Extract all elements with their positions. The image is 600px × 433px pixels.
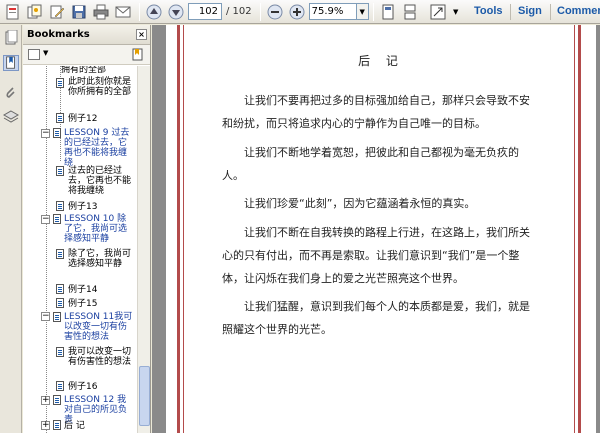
toolbar-separator	[139, 2, 140, 21]
expand-icon[interactable]	[428, 2, 448, 22]
bookmark-item[interactable]: 过去的已经过去，它再也不能将我缠绕	[68, 166, 134, 196]
paragraph: 让我们猛醒，意识到我们每个人的本质都是爱，我们，就是照耀这个世界的光芒。	[222, 300, 530, 336]
zoom-out-icon[interactable]	[265, 2, 285, 22]
bookmark-page-icon	[56, 249, 64, 259]
bookmark-page-icon	[56, 347, 64, 357]
page-border-line	[183, 25, 184, 433]
collapse-icon[interactable]: −	[41, 215, 50, 224]
bookmarks-scrollbar[interactable]	[137, 66, 150, 433]
navigation-pane	[0, 25, 22, 433]
bookmark-item[interactable]: 拥有的全部	[61, 66, 135, 75]
zoom-input[interactable]: 75.9%	[308, 3, 357, 20]
paragraph: 让我们不断地学着宽恕，把彼此和自己都视为毫无负疚的人。	[222, 146, 519, 182]
close-icon[interactable]: ×	[136, 29, 147, 40]
comment-button[interactable]: Comment	[557, 5, 600, 17]
options-menu-icon[interactable]	[28, 49, 40, 60]
bookmark-page-icon	[53, 128, 61, 138]
bookmark-item[interactable]: LESSON 9 过去的已经过去，它再也不能将我缠绕	[64, 128, 134, 168]
page-number-input[interactable]: 102	[188, 3, 222, 20]
toolbar-link-separator	[550, 4, 551, 20]
bookmark-page-icon	[56, 298, 64, 308]
expand-icon[interactable]: +	[41, 396, 50, 405]
bookmarks-title: Bookmarks	[27, 29, 90, 40]
bookmark-page-icon	[53, 395, 61, 405]
toolbar-separator	[259, 2, 261, 21]
page-border-line	[578, 25, 581, 433]
bookmarks-toolbar: ▼	[23, 45, 150, 65]
expand-dropdown-icon[interactable]: ▼	[450, 3, 462, 20]
bookmarks-panel: Bookmarks × ▼ 拥有的全部 此时此刻你就是你所拥有的全部 例子12 …	[23, 25, 151, 433]
layers-icon[interactable]	[2, 109, 20, 125]
bookmark-page-icon	[53, 420, 61, 430]
sign-button[interactable]: Sign	[518, 5, 542, 17]
zoom-in-icon[interactable]	[287, 2, 307, 22]
fit-page-icon[interactable]	[378, 2, 398, 22]
paragraph: 让我们珍爱“此刻”，因为它蕴涵着永恒的真实。	[244, 197, 476, 210]
bookmark-page-icon	[53, 312, 61, 322]
bookmark-item[interactable]: 我可以改变一切有伤害性的想法	[68, 347, 134, 367]
page-thumbnails-icon[interactable]	[3, 29, 19, 46]
collapse-icon[interactable]: −	[41, 129, 50, 138]
email-icon[interactable]	[113, 2, 133, 22]
options-dropdown-icon[interactable]: ▼	[43, 49, 48, 57]
bookmark-item[interactable]: 此时此刻你就是你所拥有的全部	[68, 77, 134, 97]
attachments-icon[interactable]	[3, 85, 19, 101]
paragraph: 让我们不断在自我转换的路程上行进，在这路上，我们所关心的只有付出，而不再是索取。…	[222, 226, 530, 285]
print-icon[interactable]	[91, 2, 111, 22]
bookmark-item[interactable]: 例子15	[68, 299, 134, 309]
bookmarks-list: 拥有的全部 此时此刻你就是你所拥有的全部 例子12 − LESSON 9 过去的…	[23, 66, 137, 433]
page-total: / 102	[226, 6, 252, 17]
zoom-dropdown-icon[interactable]: ▼	[356, 3, 369, 20]
bookmark-item[interactable]: 例子16	[68, 382, 134, 392]
bookmark-page-icon	[56, 201, 64, 211]
combine-icon[interactable]	[25, 2, 45, 22]
page-title: 后 记	[358, 54, 404, 68]
bookmark-page-icon	[53, 214, 61, 224]
next-page-icon[interactable]	[166, 2, 186, 22]
bookmark-item[interactable]: LESSON 10 除了它，我尚可选择感知平静	[64, 214, 134, 244]
edit-icon[interactable]	[47, 2, 67, 22]
bookmark-item[interactable]: LESSON 11我可以改变一切有伤害性的想法	[64, 312, 134, 342]
bookmark-item[interactable]: 例子13	[68, 202, 134, 212]
bookmarks-icon[interactable]	[3, 55, 19, 71]
collapse-icon[interactable]: −	[41, 312, 50, 321]
toolbar-link-separator	[510, 4, 511, 20]
scroll-mode-icon[interactable]	[400, 2, 420, 22]
tree-line	[46, 66, 47, 433]
bookmark-page-icon	[56, 284, 64, 294]
document-view: 后 记 让我们不要再把过多的目标强加给自己，那样只会导致不安和纷扰，而只将追求内…	[152, 25, 600, 433]
pdf-page: 后 记 让我们不要再把过多的目标强加给自己，那样只会导致不安和纷扰，而只将追求内…	[166, 25, 596, 433]
toolbar-separator	[372, 2, 374, 21]
bookmarks-header: Bookmarks ×	[23, 25, 150, 45]
previous-page-icon[interactable]	[144, 2, 164, 22]
page-border-line	[574, 25, 575, 433]
bookmark-page-icon	[56, 166, 64, 176]
scrollbar-thumb[interactable]	[139, 366, 150, 426]
paragraph: 让我们不要再把过多的目标强加给自己，那样只会导致不安和纷扰，而只将追求内心的宁静…	[222, 94, 530, 130]
bookmark-item[interactable]: 后 记	[64, 421, 134, 431]
bookmark-page-icon	[56, 113, 64, 123]
bookmark-item[interactable]: 例子12	[68, 114, 134, 124]
save-icon[interactable]	[69, 2, 89, 22]
bookmark-page-icon	[56, 381, 64, 391]
create-pdf-icon[interactable]	[3, 2, 23, 22]
toolbar: 102 / 102 75.9% ▼ ▼ Tools Sign Comment	[0, 0, 600, 24]
expand-icon[interactable]: +	[41, 421, 50, 430]
page-border-line	[177, 25, 180, 433]
tools-button[interactable]: Tools	[474, 5, 503, 17]
bookmark-item[interactable]: 例子14	[68, 285, 134, 295]
bookmark-item[interactable]: 除了它，我尚可选择感知平静	[68, 249, 134, 269]
new-bookmark-icon[interactable]	[132, 48, 144, 61]
bookmark-page-icon	[56, 78, 64, 88]
